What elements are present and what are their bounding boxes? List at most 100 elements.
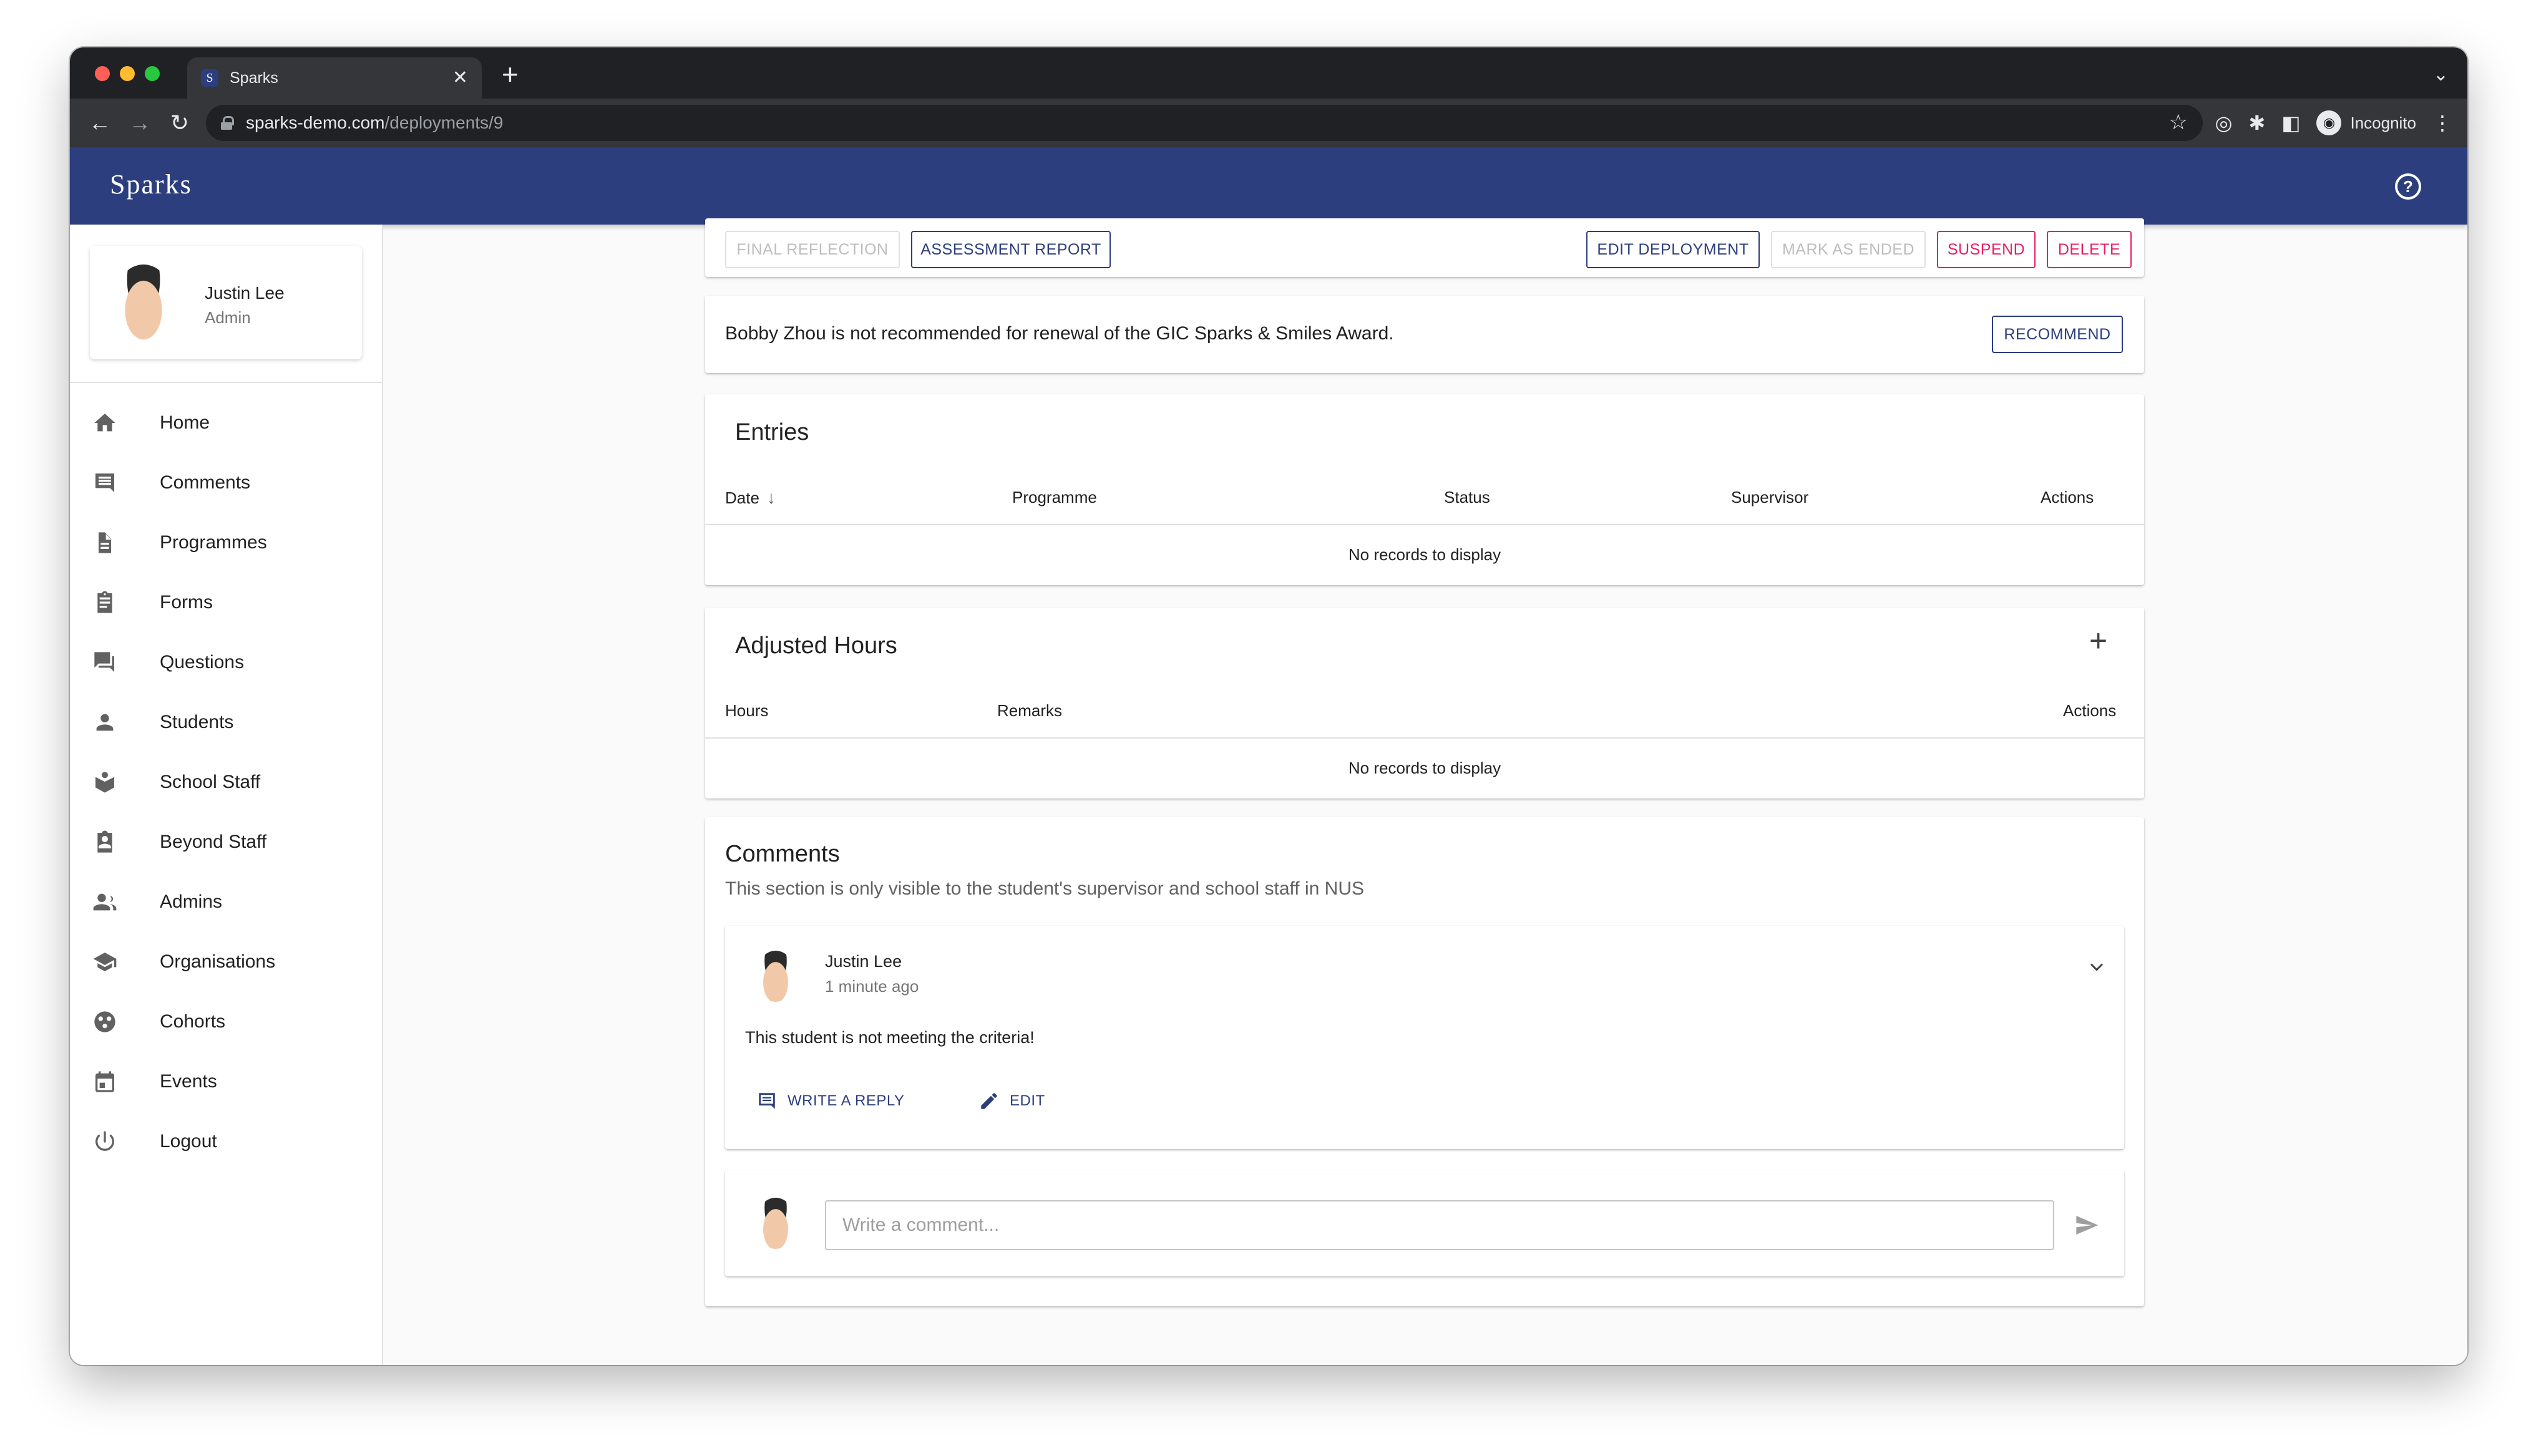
minimize-window-button[interactable] (120, 66, 135, 81)
sort-descending-icon: ↓ (766, 488, 776, 507)
deployment-actions-card: Final Reflection Assessment Report Edit … (705, 218, 2144, 277)
comment-item: Justin Lee 1 minute ago This student is … (725, 926, 2124, 1149)
column-header-status: Status (1444, 488, 1490, 507)
sidebar: Justin Lee Admin Home Comments Programme… (70, 225, 383, 1365)
divider (705, 524, 2144, 525)
final-reflection-button[interactable]: Final Reflection (725, 231, 900, 268)
comment-author: Justin Lee (825, 952, 902, 971)
comments-title: Comments (725, 841, 840, 867)
toolbar-actions: ◎ ✱ ◧ ◉ Incognito ⋮ (2215, 99, 2452, 147)
chevron-down-icon[interactable] (2085, 956, 2108, 981)
document-icon (91, 529, 119, 556)
browser-tab-bar: S Sparks ✕ + ⌄ (70, 47, 2467, 99)
sidebar-item-organisations[interactable]: Organisations (70, 932, 382, 992)
address-bar[interactable]: sparks-demo.com /deployments/9 ☆ (206, 105, 2203, 141)
edit-label: Edit (1010, 1092, 1045, 1109)
sidebar-item-beyond-staff[interactable]: Beyond Staff (70, 812, 382, 872)
bookmark-star-icon[interactable]: ☆ (2169, 110, 2188, 135)
sidebar-item-logout[interactable]: Logout (70, 1112, 382, 1172)
extension-target-icon[interactable]: ◎ (2215, 113, 2233, 133)
clipboard-icon (91, 589, 119, 616)
app-bar: Sparks ? (70, 147, 2467, 225)
write-reply-button[interactable]: Write a reply (756, 1090, 904, 1112)
person-icon (91, 709, 119, 736)
mark-as-ended-button[interactable]: Mark as ended (1771, 231, 1926, 268)
sidebar-item-questions[interactable]: Questions (70, 633, 382, 692)
comment-input[interactable] (825, 1200, 2054, 1250)
browser-menu-icon[interactable]: ⋮ (2432, 113, 2452, 133)
edit-deployment-button[interactable]: Edit Deployment (1586, 231, 1760, 268)
edit-comment-button[interactable]: Edit (978, 1090, 1045, 1112)
entries-card: Entries Date ↓ Programme Status Supervis… (705, 394, 2144, 585)
sidebar-item-school-staff[interactable]: School Staff (70, 752, 382, 812)
incognito-profile-button[interactable]: ◉ Incognito (2316, 110, 2416, 135)
sidebar-item-label: Logout (160, 1131, 217, 1152)
column-header-date[interactable]: Date ↓ (725, 488, 776, 508)
close-tab-icon[interactable]: ✕ (452, 69, 468, 87)
write-reply-label: Write a reply (788, 1092, 905, 1109)
send-icon[interactable] (2073, 1213, 2100, 1241)
sidebar-item-label: School Staff (160, 772, 261, 792)
sidebar-item-label: Admins (160, 891, 223, 912)
recommendation-text: Bobby Zhou is not recommended for renewa… (725, 323, 1394, 344)
column-header-remarks: Remarks (997, 701, 1063, 720)
sidebar-item-students[interactable]: Students (70, 692, 382, 752)
adjusted-hours-card: Adjusted Hours + Hours Remarks Actions N… (705, 608, 2144, 798)
sparks-favicon-icon: S (201, 69, 218, 87)
badge-icon (91, 828, 119, 856)
maximize-window-button[interactable] (145, 66, 160, 81)
sidebar-item-home[interactable]: Home (70, 393, 382, 453)
sidebar-item-events[interactable]: Events (70, 1052, 382, 1112)
column-header-supervisor: Supervisor (1731, 488, 1809, 507)
sidebar-item-label: Organisations (160, 951, 276, 972)
sidebar-item-label: Cohorts (160, 1011, 226, 1032)
reply-comment-icon (759, 1093, 775, 1109)
delete-button[interactable]: Delete (2047, 231, 2132, 268)
tab-search-chevron-icon[interactable]: ⌄ (2433, 64, 2449, 85)
column-header-programme: Programme (1012, 488, 1097, 507)
column-header-label: Date (725, 488, 759, 507)
empty-state-text: No records to display (1348, 545, 1501, 564)
browser-window: S Sparks ✕ + ⌄ ← → ↻ sparks-demo.com /de… (70, 47, 2467, 1365)
forward-icon[interactable]: → (120, 112, 160, 134)
suspend-button[interactable]: Suspend (1937, 231, 2036, 268)
sidebar-item-cohorts[interactable]: Cohorts (70, 992, 382, 1052)
sidebar-item-comments[interactable]: Comments (70, 453, 382, 513)
column-header-actions: Actions (2063, 701, 2117, 720)
side-panel-icon[interactable]: ◧ (2281, 113, 2300, 133)
extensions-puzzle-icon[interactable]: ✱ (2248, 113, 2265, 133)
assessment-report-button[interactable]: Assessment Report (911, 231, 1111, 268)
divider (70, 382, 382, 383)
new-comment-box (725, 1170, 2124, 1276)
sidebar-item-forms[interactable]: Forms (70, 573, 382, 633)
close-window-button[interactable] (95, 66, 110, 81)
sidebar-item-programmes[interactable]: Programmes (70, 513, 382, 573)
avatar (756, 951, 795, 1002)
lock-icon (221, 116, 234, 130)
avatar (756, 1198, 795, 1249)
sidebar-item-label: Questions (160, 652, 245, 672)
sidebar-item-label: Programmes (160, 532, 267, 553)
incognito-icon: ◉ (2316, 110, 2342, 135)
comment-icon (91, 469, 119, 497)
forum-icon (91, 649, 119, 676)
power-icon (91, 1128, 119, 1155)
add-icon[interactable]: + (2089, 625, 2107, 656)
help-icon[interactable]: ? (2395, 173, 2421, 200)
reload-icon[interactable]: ↻ (160, 112, 200, 134)
calendar-icon (91, 1068, 119, 1095)
school-icon (91, 948, 119, 976)
school-staff-icon (91, 769, 119, 796)
browser-tab[interactable]: S Sparks ✕ (187, 57, 482, 99)
empty-state-text: No records to display (1348, 759, 1501, 777)
home-icon (91, 409, 119, 437)
group-icon (91, 888, 119, 916)
profile-card[interactable]: Justin Lee Admin (90, 246, 362, 359)
divider (705, 737, 2144, 739)
back-icon[interactable]: ← (80, 112, 120, 134)
new-tab-icon[interactable]: + (502, 60, 519, 89)
sidebar-item-label: Students (160, 712, 234, 732)
recommend-button[interactable]: Recommend (1992, 316, 2123, 353)
brand-logo[interactable]: Sparks (110, 168, 192, 200)
sidebar-item-admins[interactable]: Admins (70, 872, 382, 932)
